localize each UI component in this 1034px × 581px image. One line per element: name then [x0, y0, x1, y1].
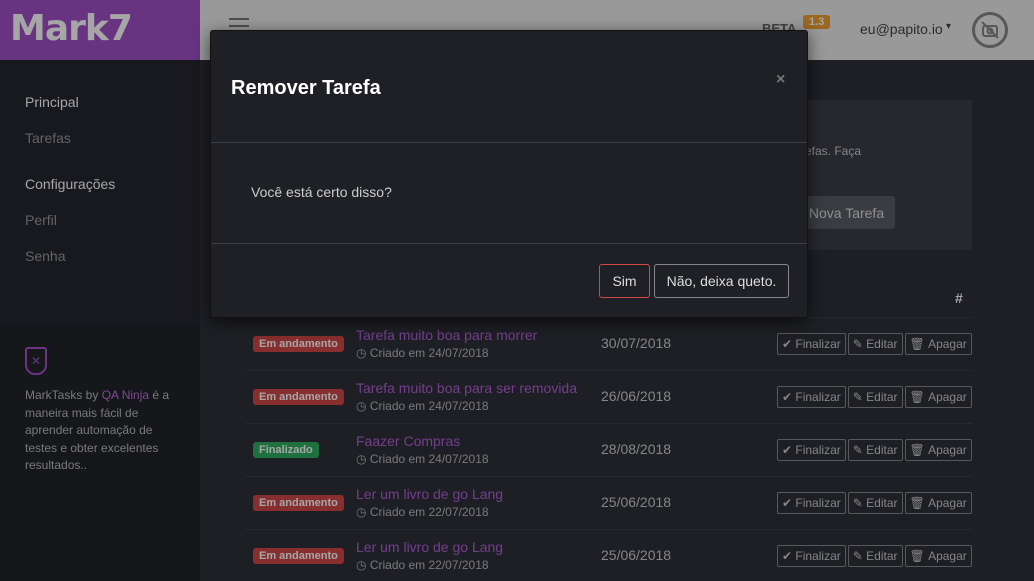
close-icon[interactable]: × — [776, 71, 785, 89]
modal-title: Remover Tarefa — [231, 77, 381, 99]
cancel-button[interactable]: Não, deixa queto. — [654, 264, 789, 298]
remove-task-modal: Remover Tarefa × Você está certo disso? … — [210, 30, 808, 318]
divider — [211, 142, 807, 143]
confirm-button[interactable]: Sim — [599, 264, 650, 298]
divider — [211, 243, 807, 244]
modal-message: Você está certo disso? — [251, 184, 392, 200]
